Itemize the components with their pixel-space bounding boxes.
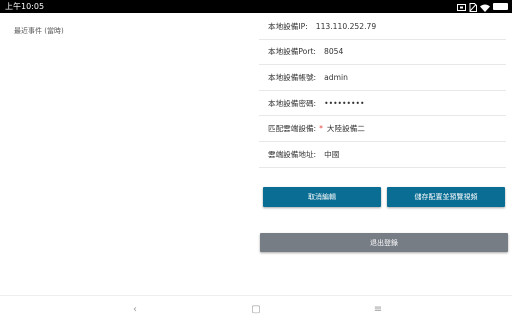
local-port-value[interactable]: 8054 [324,47,343,56]
local-port-row: 本地設備Port: 8054 [259,40,506,66]
local-password-label: 本地設備密碼: [268,98,317,108]
device-settings-form: 本地設備IP: 113.110.252.79 本地設備Port: 8054 本地… [259,14,506,168]
cloud-device-address-row: 雲端設備地址: 中國 [259,142,506,168]
status-time: 上午10:05 [5,2,45,11]
status-bar: 上午10:05 [0,0,512,13]
logout-button[interactable]: 退出登錄 [260,233,508,252]
home-icon[interactable]: ▢ [250,303,262,315]
cloud-device-address-label: 雲端設備地址: [268,149,317,159]
local-ip-value[interactable]: 113.110.252.79 [316,22,376,31]
navigation-bar: ‹ ▢ ≡ [0,295,512,321]
match-cloud-device-value[interactable]: 大陸設備二 [327,123,365,134]
cancel-edit-button[interactable]: 取消編輯 [263,187,381,207]
local-password-value[interactable]: ••••••••• [324,99,364,108]
local-account-label: 本地設備帳號: [268,72,317,82]
local-port-label: 本地設備Port: [268,47,316,57]
match-cloud-device-label: 匹配雲端設備: [268,124,317,134]
status-icons [457,2,508,12]
cloud-device-address-value[interactable]: 中國 [324,149,339,160]
recent-events-title: 最近事件 (當時) [14,27,64,35]
required-mark: * [319,124,323,134]
local-ip-row: 本地設備IP: 113.110.252.79 [259,14,506,40]
local-account-value[interactable]: admin [324,73,348,82]
menu-icon[interactable]: ≡ [372,303,384,315]
save-and-preview-button[interactable]: 儲存配置並預覽視頻 [387,187,505,207]
local-ip-label: 本地設備IP: [268,21,308,31]
match-cloud-device-row: 匹配雲端設備: * 大陸設備二 [259,116,506,142]
battery-icon [493,3,508,10]
back-icon[interactable]: ‹ [129,303,141,315]
local-password-row: 本地設備密碼: ••••••••• [259,91,506,117]
local-account-row: 本地設備帳號: admin [259,65,506,91]
